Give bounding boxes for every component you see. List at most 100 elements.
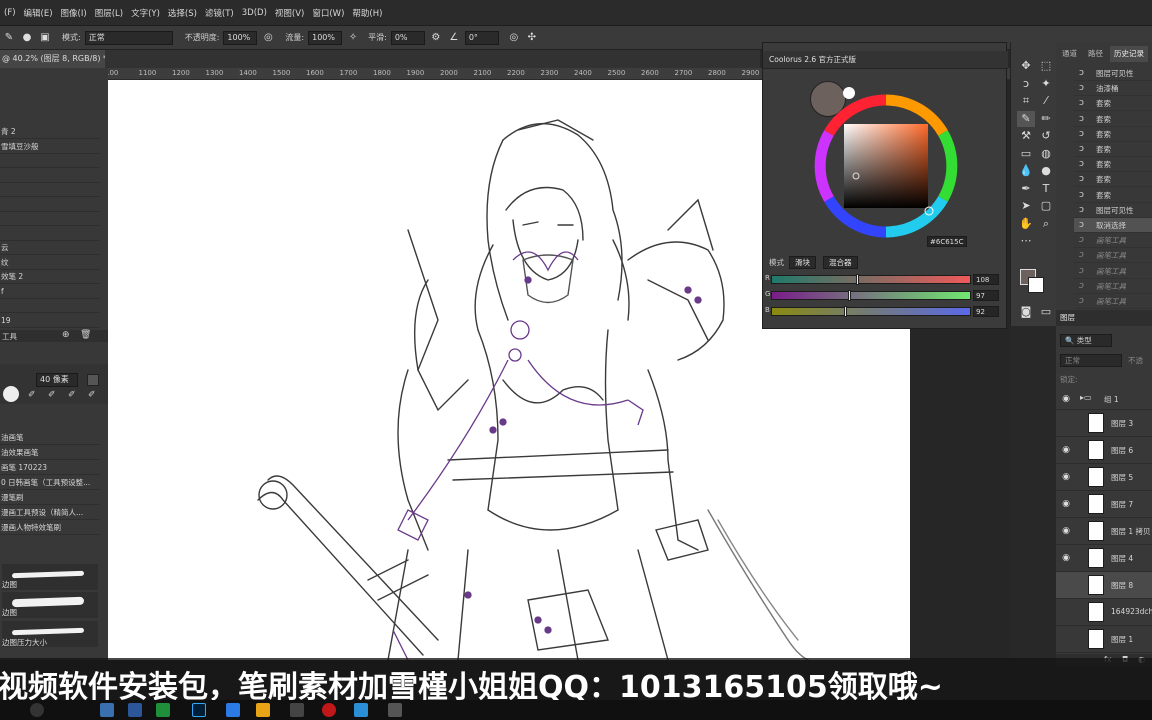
color-slider[interactable] [771, 306, 971, 317]
taskbar-app-icon[interactable] [290, 703, 304, 717]
preset-item[interactable]: 雪填豆沙般 [0, 139, 100, 154]
brush-options-icon[interactable] [87, 374, 99, 386]
opacity-field[interactable]: 100% [223, 30, 258, 45]
eye-icon[interactable]: ◉ [1061, 526, 1071, 536]
bucket-icon[interactable]: ◍ [1037, 146, 1055, 162]
layer-filter-select[interactable]: 🔍 类型 [1060, 334, 1112, 347]
brush-tip-icon[interactable]: ✐ [28, 390, 36, 400]
photoshop-taskbar-icon[interactable] [192, 703, 206, 717]
brush-tip-icon[interactable]: ✐ [88, 390, 96, 400]
move-icon[interactable]: ✥ [1017, 58, 1035, 74]
zoom-icon[interactable]: ⌕ [1037, 216, 1055, 232]
tab-layers[interactable]: 图层 [1056, 310, 1079, 326]
history-item[interactable]: ↄ 图层可见性 [1074, 66, 1152, 81]
history-item[interactable]: ↄ 画笔工具 [1074, 264, 1152, 279]
preset-item[interactable] [0, 168, 100, 183]
tab-mixer[interactable]: 混合器 [823, 256, 858, 269]
slider-thumb[interactable] [856, 274, 859, 285]
brush-preset-item[interactable]: 画笔 170223 [0, 460, 100, 475]
taskbar-app-icon[interactable] [388, 703, 402, 717]
eye-icon[interactable]: ◉ [1061, 472, 1071, 482]
preset-item[interactable] [0, 182, 100, 197]
background-color-swatch[interactable] [1028, 277, 1044, 293]
eye-icon[interactable]: ◉ [1061, 394, 1071, 404]
history-item[interactable]: ↄ 套索 [1074, 172, 1152, 188]
brush-stroke-preview[interactable]: 边图压力大小 [2, 621, 98, 647]
menu-item[interactable]: 文字(Y) [127, 7, 164, 19]
layer-row[interactable]: ◉ 图层 4 [1056, 545, 1152, 572]
eye-icon[interactable] [1061, 580, 1071, 590]
history-item[interactable]: ↄ 套索 [1074, 188, 1152, 203]
airbrush-icon[interactable]: ✧ [346, 31, 360, 45]
trash-icon[interactable]: 🗑 [80, 330, 91, 340]
preset-item[interactable] [0, 298, 100, 313]
history-item[interactable]: ↄ 画笔工具 [1074, 279, 1152, 294]
color-slider[interactable] [771, 274, 971, 285]
flow-field[interactable]: 100% [308, 30, 343, 45]
smooth-field[interactable]: 0% [390, 30, 425, 45]
layer-row[interactable]: 图层 1 [1056, 626, 1152, 653]
menu-item[interactable]: 图像(I) [57, 7, 91, 19]
layer-row[interactable]: ◉ 图层 7 [1056, 491, 1152, 518]
brush-settings-icon[interactable]: ▣ [38, 31, 52, 45]
eye-icon[interactable]: ◉ [1061, 445, 1071, 455]
brush-tip-icon[interactable]: ✐ [68, 390, 76, 400]
eraser-icon[interactable]: ▭ [1017, 146, 1035, 162]
slider-thumb[interactable] [844, 306, 847, 317]
slider-value[interactable]: 97 [973, 290, 999, 301]
marquee-icon[interactable]: ⬚ [1037, 58, 1055, 74]
history-item[interactable]: ↄ 套索 [1074, 142, 1152, 157]
eye-icon[interactable] [1061, 418, 1071, 428]
taskbar-app-icon[interactable] [354, 703, 368, 717]
screen-mode-icon[interactable]: ▭ [1037, 304, 1055, 320]
document-tab[interactable]: @ 40.2% (图层 8, RGB/8) * [0, 50, 105, 68]
stamp-icon[interactable]: ⚒ [1017, 128, 1035, 144]
shape-icon[interactable]: ▢ [1037, 198, 1055, 214]
blend-mode-select[interactable]: 正常 [1060, 354, 1122, 367]
layer-group-row[interactable]: ◉ ▸▭ 组 1 [1056, 388, 1152, 410]
menu-item[interactable]: (F) [0, 8, 20, 18]
lasso-icon[interactable]: ↄ [1017, 76, 1035, 92]
angle-field[interactable]: 0° [464, 30, 499, 45]
eyedropper-icon[interactable]: ⁄ [1037, 93, 1055, 109]
history-item[interactable]: ↄ 套索 [1074, 96, 1152, 112]
preset-item[interactable]: 云 [0, 240, 100, 255]
layer-row[interactable]: ◉ 图层 1 拷贝 [1056, 518, 1152, 545]
history-item[interactable]: ↄ 取消选择 [1074, 218, 1152, 233]
menu-item[interactable]: 窗口(W) [308, 7, 348, 19]
brush-preset-item[interactable]: 漫画工具预设（精简人... [0, 505, 100, 520]
pressure-size-icon[interactable]: ◎ [507, 31, 521, 45]
slider-thumb[interactable] [848, 290, 851, 301]
blur-icon[interactable]: 💧 [1017, 163, 1035, 179]
layer-row[interactable]: ◉ 图层 5 [1056, 464, 1152, 491]
round-brush-tip-icon[interactable] [3, 386, 19, 402]
hand-icon[interactable]: ✋ [1017, 216, 1035, 232]
menu-item[interactable]: 编辑(E) [20, 7, 57, 19]
panel-tab[interactable]: 通道 [1058, 46, 1081, 62]
eye-icon[interactable] [1061, 634, 1071, 644]
preset-item[interactable] [0, 153, 100, 168]
layer-row[interactable]: 图层 8 [1056, 572, 1152, 599]
type-icon[interactable]: T [1037, 181, 1055, 197]
history-item[interactable]: ↄ 画笔工具 [1074, 233, 1152, 249]
more-icon[interactable]: ⋯ [1017, 233, 1035, 249]
path-select-icon[interactable]: ➤ [1017, 198, 1035, 214]
history-item[interactable]: ↄ 油漆桶 [1074, 81, 1152, 97]
taskbar-app-icon[interactable] [100, 703, 114, 717]
brush-preset-item[interactable]: 0 日韩画笔（工具预设整... [0, 475, 100, 490]
brush-preset-item[interactable]: 油效果画笔 [0, 445, 100, 460]
color-wheel[interactable] [811, 91, 961, 241]
slider-value[interactable]: 92 [973, 306, 999, 317]
history-item[interactable]: ↄ 画笔工具 [1074, 248, 1152, 264]
menu-item[interactable]: 3D(D) [238, 8, 271, 18]
magic-wand-icon[interactable]: ✦ [1037, 76, 1055, 92]
pencil-icon[interactable]: ✏ [1037, 111, 1055, 127]
eye-icon[interactable]: ◉ [1061, 499, 1071, 509]
dodge-icon[interactable]: ● [1037, 163, 1055, 179]
menu-item[interactable]: 帮助(H) [348, 7, 386, 19]
eye-icon[interactable] [1061, 607, 1071, 617]
taskbar-app-icon[interactable] [226, 703, 240, 717]
taskbar-app-icon[interactable] [156, 703, 170, 717]
brush-preset-item[interactable]: 油画笔 [0, 430, 100, 445]
quick-mask-icon[interactable]: ◙ [1017, 304, 1035, 320]
